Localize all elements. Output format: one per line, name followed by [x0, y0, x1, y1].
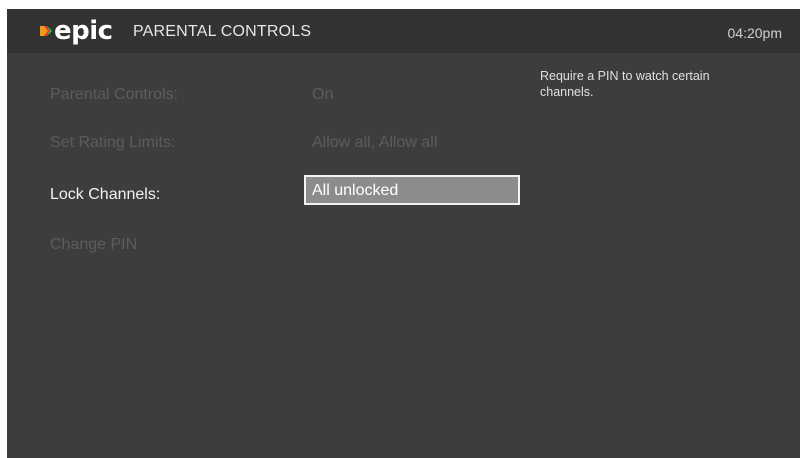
rating-limits-label[interactable]: Set Rating Limits: [50, 133, 175, 153]
app-screen: epic PARENTAL CONTROLS 04:20pm Parental … [7, 9, 800, 458]
parental-controls-value[interactable]: On [312, 85, 333, 105]
epic-logo: epic [39, 16, 113, 46]
epic-logo-mark-icon [40, 26, 52, 36]
header-bar: epic PARENTAL CONTROLS 04:20pm [7, 9, 800, 53]
lock-channels-label[interactable]: Lock Channels: [50, 185, 160, 205]
lock-channels-value: All unlocked [312, 182, 399, 199]
rating-limits-value[interactable]: Allow all, Allow all [312, 133, 437, 153]
help-description: Require a PIN to watch certain channels. [540, 69, 710, 99]
change-pin-item[interactable]: Change PIN [50, 235, 137, 255]
clock: 04:20pm [727, 25, 782, 41]
page-title: PARENTAL CONTROLS [133, 23, 312, 40]
parental-controls-label[interactable]: Parental Controls: [50, 85, 178, 105]
lock-channels-selector[interactable]: All unlocked [304, 175, 520, 205]
logo-text: epic [54, 16, 113, 46]
